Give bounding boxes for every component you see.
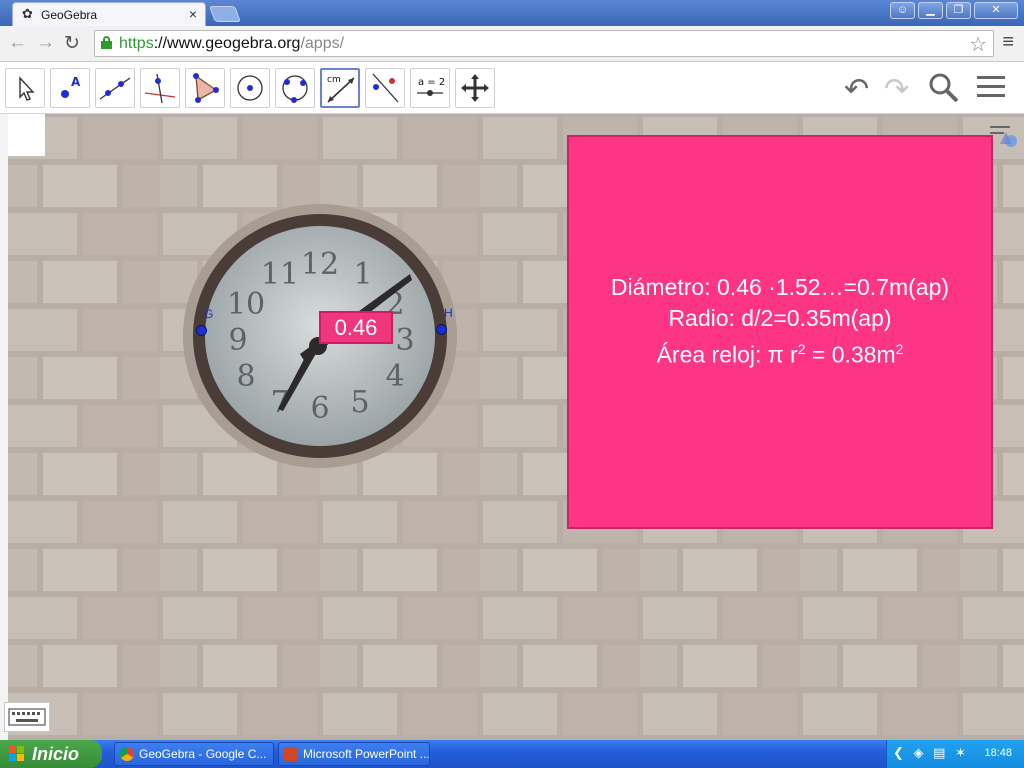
polygon-tool[interactable] — [185, 68, 225, 108]
diameter-text: Diámetro: 0.46 ·1.52…=0.7m(ap) — [610, 274, 950, 300]
forward-arrow-icon[interactable]: → — [36, 32, 55, 54]
perpendicular-icon — [144, 73, 176, 104]
back-arrow-icon[interactable]: ← — [8, 32, 27, 54]
restore-button[interactable]: ❐ — [946, 2, 971, 19]
circle-center-tool[interactable] — [230, 68, 270, 108]
svg-text:11: 11 — [261, 257, 299, 292]
area-text: Área reloj: π r2 = 0.38m2 — [656, 341, 904, 368]
tab-close-icon[interactable]: × — [189, 6, 197, 22]
start-label: Inicio — [32, 744, 80, 764]
system-tray: ❮ ◈ ▤ ✶ 18:48 — [886, 740, 1024, 768]
point-tool[interactable]: A — [50, 68, 90, 108]
windows-flag-icon — [9, 746, 26, 762]
point-g[interactable] — [196, 325, 207, 336]
point-label-g: G — [204, 307, 214, 321]
circle-center-icon — [237, 75, 263, 101]
taskbar-item-powerpoint[interactable]: Microsoft PowerPoint ... — [278, 742, 430, 766]
redo-icon[interactable]: ↷ — [884, 72, 909, 107]
line-icon — [99, 77, 131, 100]
taskbar-item-chrome[interactable]: GeoGebra - Google C... — [114, 742, 274, 766]
point-h[interactable] — [436, 324, 447, 335]
reload-icon[interactable]: ↻ — [64, 32, 80, 55]
bookmark-star-icon[interactable]: ☆ — [969, 32, 987, 57]
url-text[interactable]: https://www.geogebra.org/apps/ — [119, 35, 344, 53]
radius-text: Radio: d/2=0.35m(ap) — [668, 305, 892, 331]
user-icon[interactable]: ☺ — [890, 2, 915, 19]
circle-three-points-icon — [282, 75, 308, 103]
address-bar[interactable]: https://www.geogebra.org/apps/ ☆ — [94, 30, 994, 57]
svg-text:a = 2: a = 2 — [418, 77, 445, 88]
slider-tool[interactable]: a = 2 — [410, 68, 450, 108]
undo-icon[interactable]: ↶ — [844, 72, 869, 107]
svg-text:4: 4 — [385, 359, 404, 394]
start-button[interactable]: Inicio — [0, 740, 102, 768]
svg-text:12: 12 — [301, 247, 339, 282]
perpendicular-line-tool[interactable] — [140, 68, 180, 108]
slider-icon: a = 2 — [417, 77, 445, 96]
distance-icon: cm — [327, 75, 355, 103]
geogebra-favicon-icon: ✿ — [22, 6, 33, 21]
svg-text:1: 1 — [353, 257, 372, 292]
info-text-box[interactable]: Diámetro: 0.46 ·1.52…=0.7m(ap) Radio: d/… — [567, 135, 993, 529]
svg-text:8: 8 — [236, 359, 255, 394]
reflect-tool[interactable] — [365, 68, 405, 108]
circle-three-points-tool[interactable] — [275, 68, 315, 108]
svg-text:A: A — [71, 75, 81, 89]
new-tab-button[interactable] — [209, 6, 241, 22]
geogebra-toolbar: A cm a = 2 — [0, 62, 1024, 114]
clock: 18:48 — [984, 747, 1012, 759]
polygon-icon — [193, 73, 219, 103]
browser-tab-strip: ✿ GeoGebra × ☺ ▁ ❐ ✕ — [0, 0, 1024, 26]
keyboard-icon[interactable] — [4, 702, 50, 732]
powerpoint-icon — [284, 747, 298, 761]
point-label-h: H — [444, 306, 453, 320]
svg-text:9: 9 — [228, 323, 247, 358]
line-tool[interactable] — [95, 68, 135, 108]
point-icon: A — [61, 75, 81, 98]
reflect-icon — [372, 73, 399, 103]
browser-tab[interactable]: ✿ GeoGebra × — [12, 2, 206, 26]
distance-measure-label[interactable]: 0.46 — [319, 311, 393, 344]
chrome-icon — [120, 747, 134, 761]
distance-tool[interactable]: cm — [320, 68, 360, 108]
windows-taskbar: Inicio GeoGebra - Google C... Microsoft … — [0, 740, 1024, 768]
move-graphics-tool[interactable] — [455, 68, 495, 108]
left-edge — [0, 114, 8, 740]
move-arrows-icon — [461, 74, 489, 102]
svg-text:10: 10 — [227, 287, 265, 322]
style-bar-toggle-icon[interactable] — [986, 120, 1020, 150]
move-tool[interactable] — [5, 68, 45, 108]
window-controls: ☺ ▁ ❐ ✕ — [890, 2, 1018, 19]
graphics-view[interactable]: 12 1 2 345 678 9 10 11 G H 0.46 Diámetro: 0.… — [0, 114, 1024, 740]
menu-icon[interactable] — [976, 72, 1006, 110]
minimize-button[interactable]: ▁ — [918, 2, 943, 19]
tab-title: GeoGebra — [41, 8, 98, 22]
search-icon[interactable] — [928, 72, 960, 112]
svg-text:6: 6 — [310, 391, 329, 426]
svg-text:3: 3 — [395, 323, 414, 358]
browser-menu-icon[interactable]: ≡ — [1002, 32, 1014, 52]
lock-icon — [101, 36, 112, 49]
cursor-arrow-icon — [19, 76, 35, 101]
browser-toolbar: ← → ↻ https://www.geogebra.org/apps/ ☆ ≡ — [0, 26, 1024, 62]
tray-icons[interactable]: ❮ ◈ ▤ ✶ — [893, 745, 969, 761]
svg-text:5: 5 — [350, 385, 369, 420]
close-window-button[interactable]: ✕ — [974, 2, 1018, 19]
svg-text:cm: cm — [327, 75, 341, 85]
